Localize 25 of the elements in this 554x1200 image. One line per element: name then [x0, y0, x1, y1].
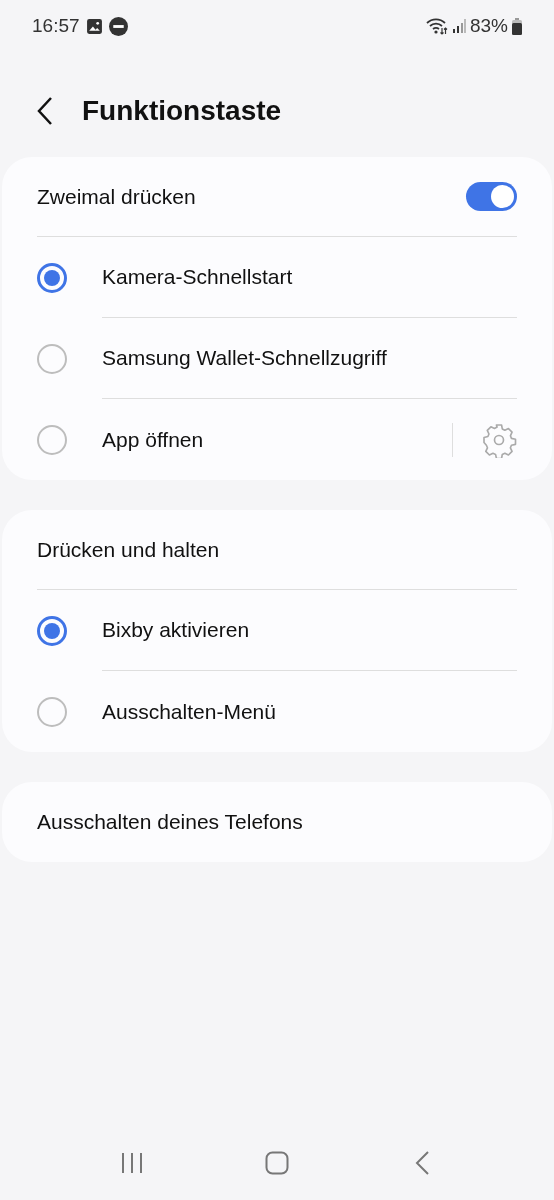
- option-label: Kamera-Schnellstart: [102, 264, 294, 291]
- image-icon: [85, 17, 103, 35]
- page-title: Funktionstaste: [82, 93, 282, 128]
- home-button[interactable]: [265, 1150, 289, 1175]
- radio-button[interactable]: [37, 343, 67, 374]
- option-label: Bixby aktivieren: [102, 617, 251, 644]
- toggle-switch[interactable]: [466, 182, 517, 211]
- section-title[interactable]: Ausschalten deines Telefons: [37, 806, 303, 838]
- status-time: 16:57: [32, 13, 80, 38]
- option-label: Ausschalten-Menü: [102, 698, 277, 725]
- radio-button[interactable]: [37, 262, 67, 293]
- section-title: Zweimal drücken: [37, 183, 196, 210]
- battery-icon: [512, 17, 522, 35]
- settings-icon[interactable]: [481, 421, 517, 458]
- radio-button[interactable]: [37, 696, 67, 727]
- option-label: Samsung Wallet-Schnellzugriff: [102, 345, 388, 372]
- recent-apps-button[interactable]: [120, 1150, 145, 1175]
- signal-icon: [451, 18, 466, 34]
- radio-button[interactable]: [37, 424, 67, 455]
- wifi-icon: [425, 17, 448, 35]
- do-not-disturb-icon: [108, 16, 128, 36]
- battery-percentage: 83%: [469, 13, 508, 38]
- section-title: Drücken und halten: [37, 536, 220, 563]
- option-label: App öffnen: [102, 426, 205, 453]
- radio-button[interactable]: [37, 615, 67, 646]
